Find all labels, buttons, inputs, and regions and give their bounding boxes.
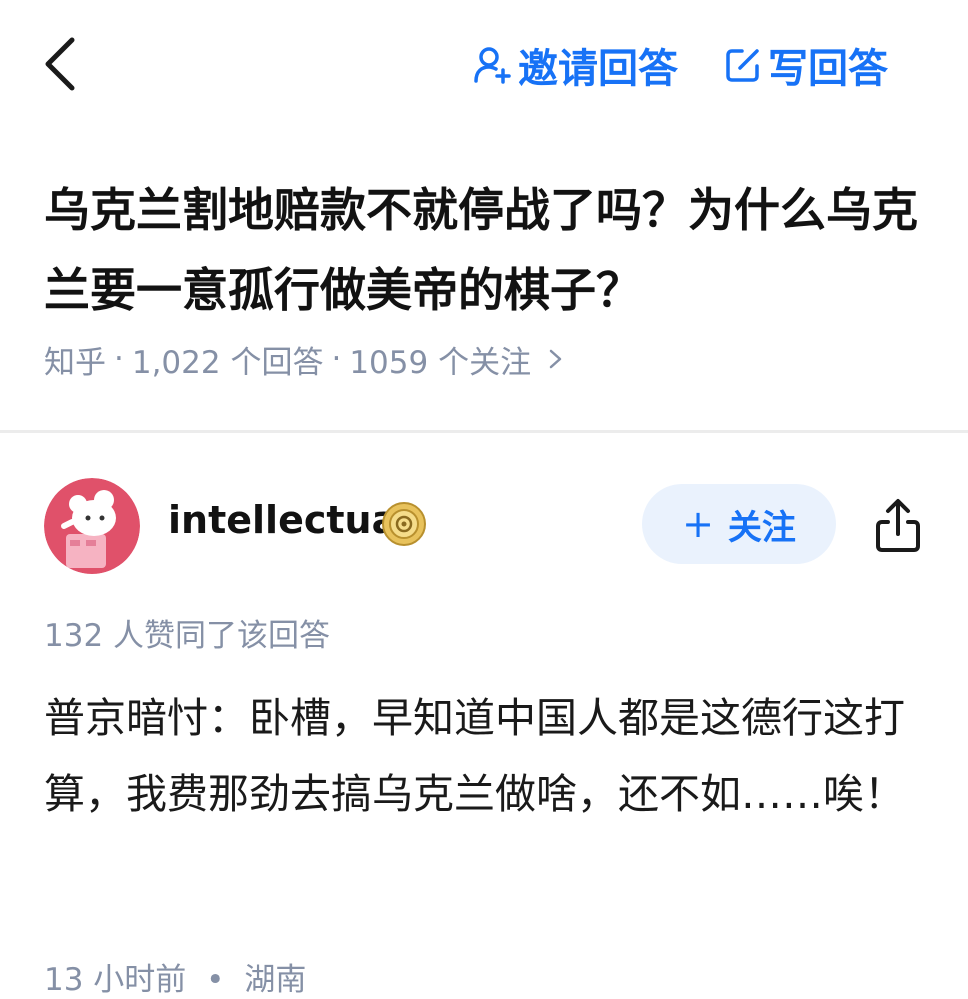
question-source: 知乎	[44, 344, 106, 381]
top-navigation-bar: 邀请回答 写回答	[0, 0, 968, 130]
question-title[interactable]: 乌克兰割地赔款不就停战了吗？为什么乌克兰要一意孤行做美帝的棋子？	[44, 170, 934, 330]
answer-time: 13 小时前	[44, 962, 187, 998]
invite-answer-button[interactable]: 邀请回答	[472, 40, 678, 92]
meta-separator: ·	[331, 341, 342, 377]
footer-separator: •	[206, 962, 225, 998]
follow-button[interactable]: + 关注	[642, 484, 836, 564]
person-add-icon	[472, 44, 514, 86]
answer-content[interactable]: 普京暗忖：卧槽，早知道中国人都是这德行这打算，我费那劲去搞乌克兰做啥，还不如………	[44, 680, 934, 832]
plus-icon: +	[682, 502, 714, 546]
chevron-left-icon	[45, 37, 75, 91]
chevron-right-icon	[545, 344, 567, 374]
write-answer-button[interactable]: 写回答	[722, 40, 888, 92]
author-avatar[interactable]	[44, 478, 140, 574]
gold-badge-icon	[380, 500, 428, 548]
followers-count: 1059 个关注	[349, 344, 532, 381]
invite-answer-label: 邀请回答	[518, 46, 678, 92]
share-button[interactable]	[870, 496, 926, 556]
share-icon	[876, 499, 920, 552]
section-divider	[0, 430, 968, 433]
answer-footer: 13 小时前 • 湖南	[44, 954, 306, 999]
author-name[interactable]: intellectual	[168, 498, 410, 542]
vote-count: 132 人赞同了该回答	[44, 618, 331, 654]
write-answer-label: 写回答	[768, 46, 888, 92]
answer-location: 湖南	[244, 962, 307, 998]
answers-count: 1,022 个回答	[131, 344, 324, 381]
follow-label: 关注	[727, 507, 796, 548]
question-meta[interactable]: 知乎 · 1,022 个回答 · 1059 个关注	[44, 336, 567, 382]
meta-separator: ·	[114, 341, 124, 377]
edit-icon	[722, 44, 764, 86]
back-button[interactable]	[34, 30, 94, 98]
